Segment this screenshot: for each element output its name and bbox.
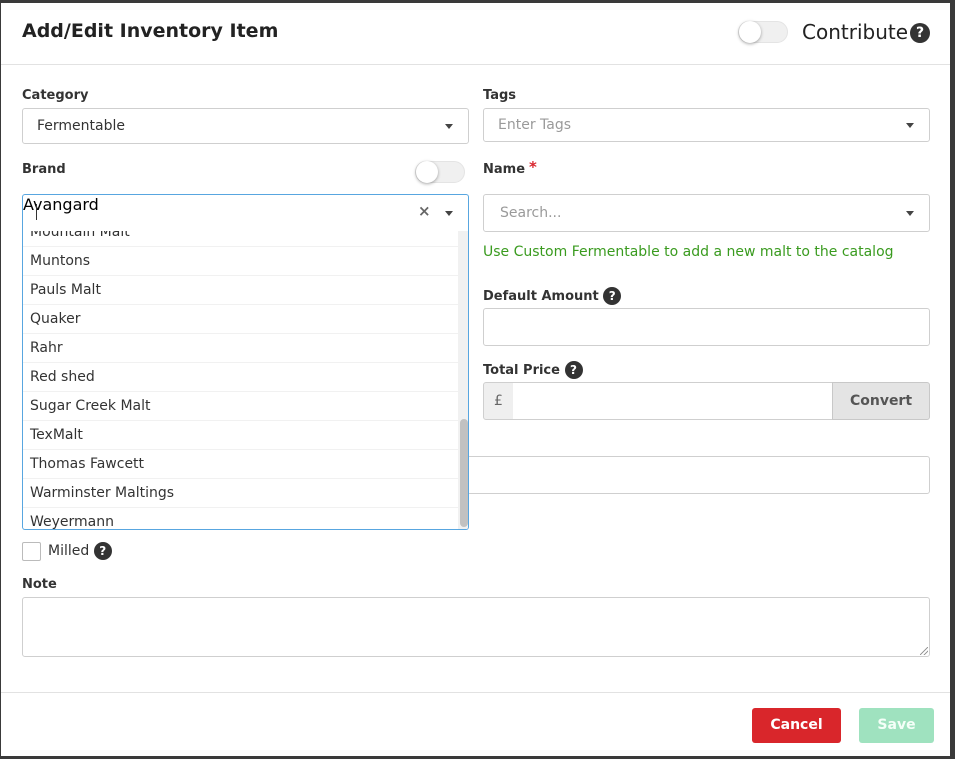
brand-option[interactable]: Red shed	[23, 363, 458, 392]
brand-option[interactable]: Thomas Fawcett	[23, 450, 458, 479]
name-label-text: Name	[483, 162, 526, 177]
caret-down-icon	[906, 123, 914, 128]
total-price-label-text: Total Price	[483, 363, 560, 378]
save-button[interactable]: Save	[859, 708, 934, 743]
brand-options-list: Mountain Malt Muntons Pauls Malt Quaker …	[23, 231, 458, 529]
brand-option[interactable]: TexMalt	[23, 421, 458, 450]
tags-label: Tags	[483, 88, 517, 103]
tags-placeholder: Enter Tags	[498, 117, 572, 133]
caret-down-icon	[906, 211, 914, 216]
currency-prefix: £	[483, 382, 514, 420]
text-cursor	[36, 204, 37, 220]
toggle-knob	[739, 21, 761, 43]
custom-fermentable-hint: Use Custom Fermentable to add a new malt…	[483, 244, 894, 260]
milled-checkbox[interactable]	[22, 542, 41, 561]
name-placeholder: Search...	[500, 205, 562, 221]
scrollbar-thumb[interactable]	[460, 419, 468, 527]
question-circle-icon[interactable]: ?	[603, 287, 622, 305]
brand-option[interactable]: Weyermann	[23, 508, 458, 529]
name-search-input[interactable]: Search...	[483, 194, 930, 232]
contribute-label: Contribute	[802, 20, 909, 44]
brand-option[interactable]: Warminster Maltings	[23, 479, 458, 508]
caret-down-icon	[445, 124, 453, 129]
brand-option[interactable]: Sugar Creek Malt	[23, 392, 458, 421]
category-label: Category	[22, 88, 89, 103]
brand-option[interactable]: Rahr	[23, 334, 458, 363]
category-select[interactable]: Fermentable	[22, 108, 469, 144]
default-amount-label: Default Amount ?	[483, 287, 622, 305]
brand-option[interactable]: Muntons	[23, 247, 458, 276]
total-price-input[interactable]	[513, 382, 833, 420]
brand-label: Brand	[22, 162, 66, 177]
note-label: Note	[22, 577, 57, 592]
required-mark: *	[529, 158, 537, 176]
modal-title: Add/Edit Inventory Item	[22, 20, 279, 42]
brand-placeholder: Avangard	[23, 195, 99, 214]
modal-header: Add/Edit Inventory Item Contribute ?	[1, 3, 950, 65]
contribute-toggle[interactable]	[738, 21, 788, 43]
modal-footer: Cancel Save	[1, 692, 950, 756]
note-textarea[interactable]	[22, 597, 930, 657]
brand-custom-toggle[interactable]	[415, 161, 465, 183]
toggle-knob	[416, 161, 438, 183]
tags-input[interactable]: Enter Tags	[483, 108, 930, 142]
name-label: Name *	[483, 158, 537, 180]
total-price-label: Total Price ?	[483, 361, 583, 379]
brand-dropdown-menu: Mountain Malt Muntons Pauls Malt Quaker …	[22, 231, 469, 530]
inventory-item-modal: Add/Edit Inventory Item Contribute ? Cat…	[1, 3, 950, 756]
question-circle-icon[interactable]: ?	[910, 23, 930, 43]
close-icon[interactable]: ×	[418, 202, 431, 220]
caret-down-icon[interactable]	[445, 211, 453, 216]
brand-option[interactable]: Mountain Malt	[23, 231, 458, 247]
category-value: Fermentable	[37, 118, 125, 134]
milled-label-text: Milled	[48, 543, 90, 559]
dropdown-scrollbar[interactable]	[458, 231, 468, 529]
default-amount-input[interactable]	[483, 308, 930, 346]
cancel-button[interactable]: Cancel	[752, 708, 841, 743]
resize-grip-icon[interactable]	[920, 647, 928, 655]
brand-select[interactable]: Avangard ×	[22, 194, 469, 231]
brand-option[interactable]: Quaker	[23, 305, 458, 334]
milled-label: Milled ?	[48, 542, 112, 560]
convert-button[interactable]: Convert	[832, 382, 930, 420]
default-amount-label-text: Default Amount	[483, 289, 599, 304]
brand-option[interactable]: Pauls Malt	[23, 276, 458, 305]
question-circle-icon[interactable]: ?	[564, 361, 583, 379]
question-circle-icon[interactable]: ?	[93, 542, 112, 560]
